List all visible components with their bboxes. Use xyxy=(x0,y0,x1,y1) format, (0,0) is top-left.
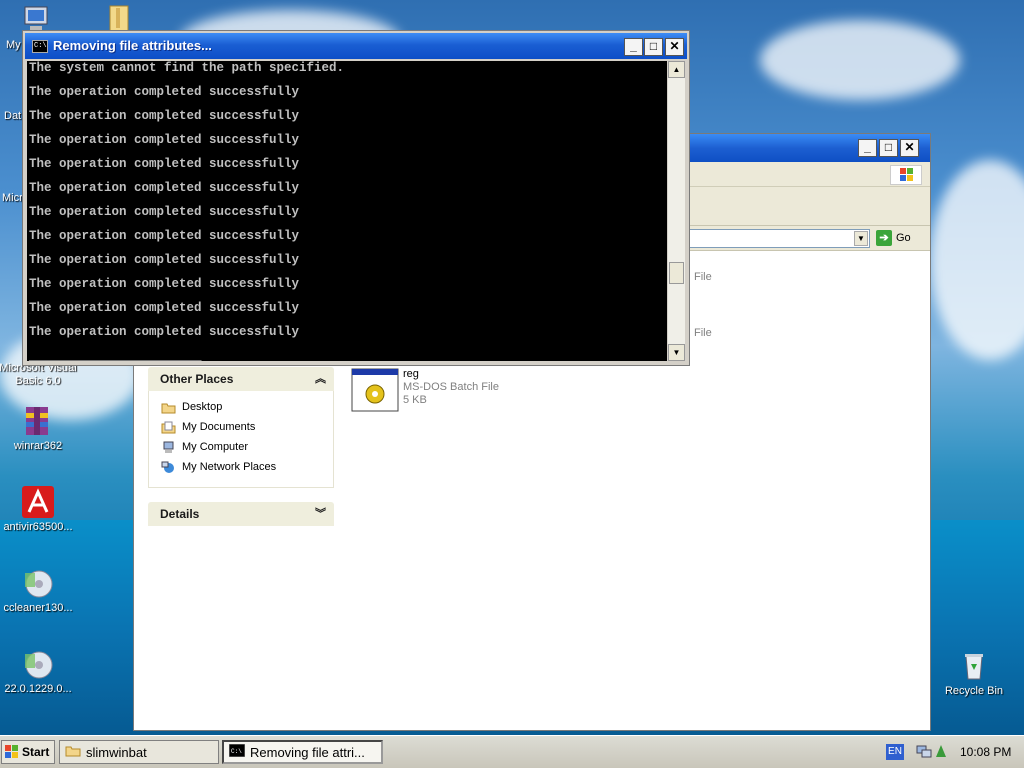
desktop-icon-antivir[interactable]: antivir63500... xyxy=(0,486,78,534)
console-line: _______________________ xyxy=(29,349,202,361)
clock[interactable]: 10:08 PM xyxy=(960,745,1011,759)
start-button[interactable]: Start xyxy=(1,740,55,764)
place-my-documents[interactable]: My Documents xyxy=(161,417,333,437)
my-documents-icon xyxy=(161,421,176,434)
console-title-bar[interactable]: C:\ Removing file attributes... _ □ ✕ xyxy=(25,33,687,59)
desktop-icon-recycle-bin[interactable]: Recycle Bin xyxy=(934,650,1014,698)
folder-icon xyxy=(65,744,81,760)
cloud xyxy=(760,20,960,100)
other-places-list: Desktop My Documents My Computer My Netw… xyxy=(148,391,334,488)
file-details: reg MS-DOS Batch File 5 KB xyxy=(403,368,499,406)
console-line: The operation completed successfully xyxy=(29,109,300,123)
other-places-panel: Other Places ︽ Desktop My Documents My C… xyxy=(148,367,334,488)
minimize-button[interactable]: _ xyxy=(858,139,877,157)
scroll-down-button[interactable]: ▼ xyxy=(668,344,685,361)
recycle-bin-icon xyxy=(958,650,990,682)
details-header[interactable]: Details ︾ xyxy=(148,502,334,526)
desktop-icon-ccleaner[interactable]: ccleaner130... xyxy=(0,567,78,615)
console-line: The operation completed successfully xyxy=(29,277,300,291)
scroll-thumb[interactable] xyxy=(669,262,684,284)
taskbar-item-console[interactable]: C:\ Removing file attri... xyxy=(222,740,383,764)
console-line: The operation completed successfully xyxy=(29,85,300,99)
details-panel: Details ︾ xyxy=(148,502,334,526)
close-button[interactable]: ✕ xyxy=(900,139,919,157)
console-window[interactable]: C:\ Removing file attributes... _ □ ✕ Th… xyxy=(22,30,690,366)
taskbar: Start slimwinbat C:\ Removing file attri… xyxy=(0,735,1024,768)
windows-logo-icon xyxy=(890,165,922,185)
taskbar-item-slimwinbat[interactable]: slimwinbat xyxy=(59,740,219,764)
console-line: The system cannot find the path specifie… xyxy=(29,61,345,75)
file-item[interactable]: File xyxy=(694,327,712,340)
console-line: The operation completed successfully xyxy=(29,301,300,315)
desktop-icon-winrar[interactable]: winrar362 xyxy=(0,405,78,453)
desktop-folder-icon xyxy=(161,401,176,414)
installer-icon xyxy=(22,648,54,680)
cloud xyxy=(930,160,1024,360)
minimize-button[interactable]: _ xyxy=(624,38,643,56)
go-arrow-icon: ➔ xyxy=(876,230,892,246)
system-tray: EN 10:08 PM xyxy=(886,738,1024,766)
close-button[interactable]: ✕ xyxy=(665,38,684,56)
svg-text:C:\: C:\ xyxy=(231,748,242,755)
console-line: The operation completed successfully xyxy=(29,253,300,267)
console-title: Removing file attributes... xyxy=(53,38,212,53)
security-icon[interactable] xyxy=(934,743,948,762)
console-line: The operation completed successfully xyxy=(29,181,300,195)
place-my-computer[interactable]: My Computer xyxy=(161,437,333,457)
network-icon[interactable] xyxy=(916,743,932,762)
collapse-chevron-icon[interactable]: ︽ xyxy=(315,367,326,391)
file-item-reg[interactable]: reg MS-DOS Batch File 5 KB xyxy=(351,368,499,412)
console-line: The operation completed successfully xyxy=(29,157,300,171)
my-computer-icon xyxy=(161,441,176,454)
console-line: The operation completed successfully xyxy=(29,133,300,147)
winrar-icon xyxy=(22,405,54,437)
console-scrollbar[interactable]: ▲ ▼ xyxy=(668,61,685,361)
console-icon: C:\ xyxy=(32,40,48,53)
batch-file-icon xyxy=(351,368,399,412)
address-dropdown-button[interactable]: ▼ xyxy=(854,231,868,246)
language-indicator[interactable]: EN xyxy=(886,744,904,760)
desktop-icon-installer[interactable]: 22.0.1229.0... xyxy=(0,648,78,696)
scroll-up-button[interactable]: ▲ xyxy=(668,61,685,78)
place-desktop[interactable]: Desktop xyxy=(161,397,333,417)
network-places-icon xyxy=(161,461,176,474)
ccleaner-icon xyxy=(22,567,54,599)
maximize-button[interactable]: □ xyxy=(644,38,663,56)
file-item[interactable]: File xyxy=(694,271,712,284)
windows-flag-icon xyxy=(5,745,19,759)
go-button[interactable]: ➔ Go xyxy=(876,229,911,247)
place-my-network-places[interactable]: My Network Places xyxy=(161,457,333,477)
console-icon: C:\ xyxy=(228,743,246,760)
console-output[interactable]: The system cannot find the path specifie… xyxy=(27,61,667,361)
maximize-button[interactable]: □ xyxy=(879,139,898,157)
console-line: The operation completed successfully xyxy=(29,229,300,243)
console-line: The operation completed successfully xyxy=(29,205,300,219)
antivir-icon xyxy=(22,486,54,518)
console-line: The operation completed successfully xyxy=(29,325,300,339)
other-places-header[interactable]: Other Places ︽ xyxy=(148,367,334,391)
expand-chevron-icon[interactable]: ︾ xyxy=(315,502,326,526)
